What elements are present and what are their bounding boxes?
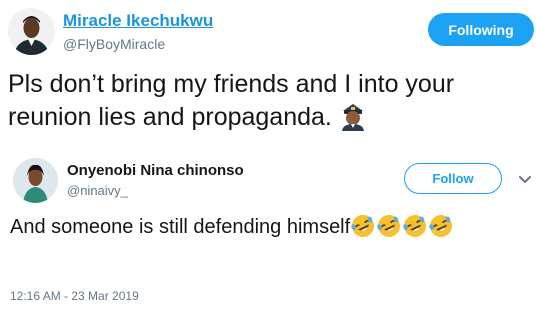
- author-handle[interactable]: @FlyBoyMiracle: [63, 36, 165, 52]
- timestamp[interactable]: 12:16 AM - 23 Mar 2019: [10, 289, 139, 303]
- reply-author-name[interactable]: Onyenobi Nina chinonso: [67, 162, 244, 179]
- avatar-miracle[interactable]: [8, 8, 55, 55]
- following-button[interactable]: Following: [428, 13, 534, 46]
- rolling-laughing-emoji-icon: [402, 213, 428, 246]
- tweet-text: Pls don’t bring my friends and I into yo…: [8, 68, 528, 140]
- follow-button[interactable]: Follow: [404, 163, 502, 194]
- reply-author-handle[interactable]: @ninaivy_: [67, 183, 128, 198]
- reply-text: And someone is still defending himself: [10, 213, 530, 246]
- pilot-emoji-icon: [339, 101, 367, 140]
- reply-text-content: And someone is still defending himself: [10, 216, 351, 238]
- rolling-laughing-emoji-icon: [376, 213, 402, 246]
- author-name[interactable]: Miracle Ikechukwu: [63, 11, 213, 31]
- rolling-laughing-emoji-icon: [428, 213, 454, 246]
- rolling-laughing-emoji-icon: [350, 213, 376, 246]
- chevron-down-icon[interactable]: [518, 172, 532, 184]
- tweet-text-content: Pls don’t bring my friends and I into yo…: [8, 70, 455, 131]
- avatar-nina[interactable]: [13, 158, 58, 203]
